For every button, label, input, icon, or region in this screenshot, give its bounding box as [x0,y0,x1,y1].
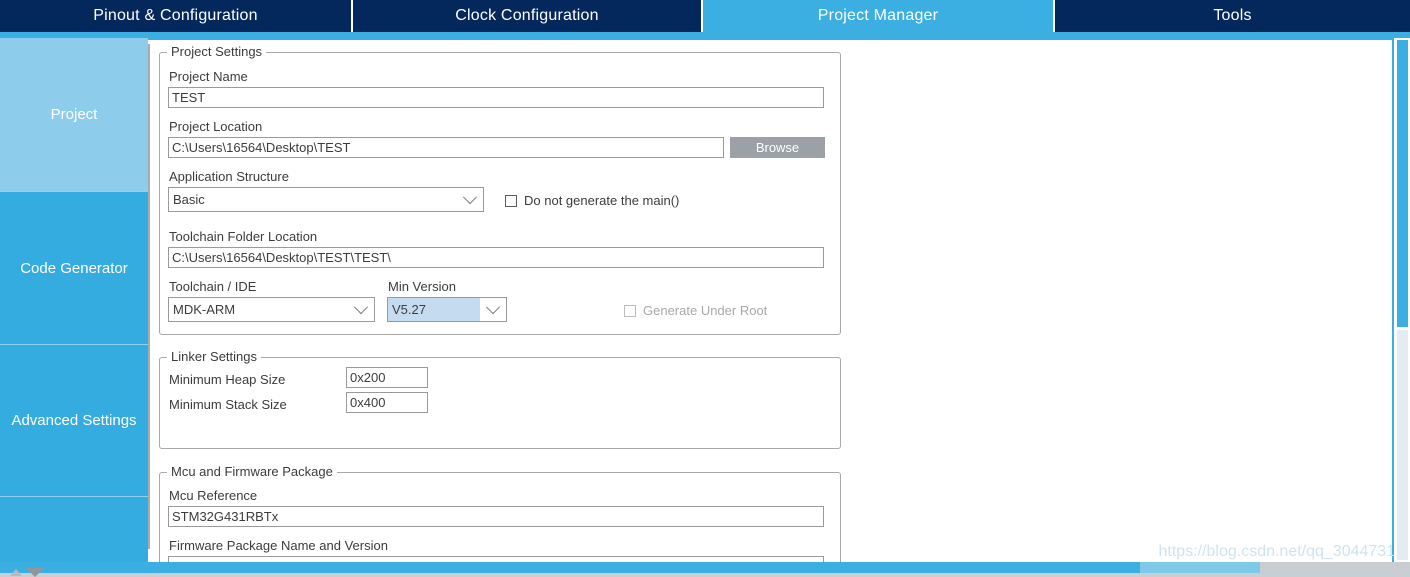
mcu-reference-input[interactable]: STM32G431RBTx [168,506,824,527]
toolchain-folder-location-label: Toolchain Folder Location [169,229,318,244]
minimum-stack-size-label: Minimum Stack Size [169,397,287,412]
tab-bar-underline [0,32,1410,38]
min-version-value: V5.27 [388,298,480,321]
tab-project-manager-label: Project Manager [817,7,939,24]
project-name-label: Project Name [169,69,248,84]
triangle-down-icon [26,568,44,577]
project-settings-group: Project Settings Project Name TEST Proje… [159,44,841,335]
sidebar-item-project[interactable]: Project [0,38,148,192]
minimum-stack-size-input[interactable]: 0x400 [346,392,428,413]
chevron-down-icon [457,188,483,211]
horizontal-scrollbar-thumb-tail[interactable] [1140,562,1260,573]
mcu-firmware-package-group: Mcu and Firmware Package Mcu Reference S… [159,464,841,562]
minimum-heap-size-label: Minimum Heap Size [169,372,286,387]
mcu-reference-label: Mcu Reference [169,488,258,503]
do-not-generate-main-label: Do not generate the main() [524,193,680,208]
tab-project-manager[interactable]: Project Manager [703,0,1053,32]
vertical-scrollbar-thumb[interactable] [1397,40,1408,327]
toolchain-ide-label: Toolchain / IDE [169,279,257,294]
horizontal-scrollbar-thumb[interactable] [0,562,1140,573]
checkbox-icon [624,304,636,317]
sidebar-item-code-generator[interactable]: Code Generator [0,192,148,345]
application-structure-value: Basic [173,192,205,207]
application-structure-select[interactable]: Basic [168,187,484,212]
project-name-input[interactable]: TEST [168,87,824,108]
tab-tools[interactable]: Tools [1053,0,1410,32]
linker-settings-group: Linker Settings Minimum Heap Size 0x200 … [159,349,841,449]
toolchain-folder-location-input[interactable]: C:\Users\16564\Desktop\TEST\TEST\ [168,247,824,268]
sidebar-item-advanced-settings-label: Advanced Settings [11,412,137,429]
min-version-label: Min Version [388,279,456,294]
tab-clock-label: Clock Configuration [455,7,599,24]
sidebar-item-code-generator-label: Code Generator [20,259,128,277]
watermark-text: https://blog.csdn.net/qq_30447315 [1158,543,1404,560]
project-location-label: Project Location [169,119,263,134]
application-structure-label: Application Structure [169,169,289,184]
tab-pinout-configuration[interactable]: Pinout & Configuration [0,0,353,32]
tab-tools-label: Tools [1213,7,1252,24]
chevron-down-icon [348,298,374,321]
toolchain-ide-value: MDK-ARM [173,302,236,317]
triangle-up-icon [10,569,22,576]
project-settings-title: Project Settings [167,44,267,59]
browse-button[interactable]: Browse [730,137,825,158]
tab-clock-configuration[interactable]: Clock Configuration [353,0,703,32]
generate-under-root-label: Generate Under Root [643,303,768,318]
main-tab-bar: Pinout & Configuration Clock Configurati… [0,0,1410,32]
firmware-package-name-version-label: Firmware Package Name and Version [169,538,388,553]
min-version-select[interactable]: V5.27 [387,297,507,322]
checkbox-icon [505,194,517,207]
sidebar-item-advanced-settings[interactable]: Advanced Settings [0,345,148,497]
content-pane-left-edge [148,44,150,549]
do-not-generate-main-checkbox[interactable]: Do not generate the main() [505,193,679,208]
minimum-heap-size-input[interactable]: 0x200 [346,367,428,388]
project-manager-content: Project Settings Project Name TEST Proje… [148,38,1394,562]
mcu-firmware-package-title: Mcu and Firmware Package [167,464,337,479]
generate-under-root-checkbox: Generate Under Root [624,303,767,318]
project-location-input[interactable]: C:\Users\16564\Desktop\TEST [168,137,724,158]
linker-settings-title: Linker Settings [167,349,261,364]
project-manager-sidebar: Project Code Generator Advanced Settings [0,38,148,562]
tab-pinout-label: Pinout & Configuration [93,7,258,24]
toolchain-ide-select[interactable]: MDK-ARM [168,297,375,322]
vertical-scrollbar-lower-track[interactable] [1397,330,1408,560]
sidebar-item-blank[interactable] [0,497,148,562]
chevron-down-icon [480,298,506,321]
sidebar-item-project-label: Project [50,106,98,123]
